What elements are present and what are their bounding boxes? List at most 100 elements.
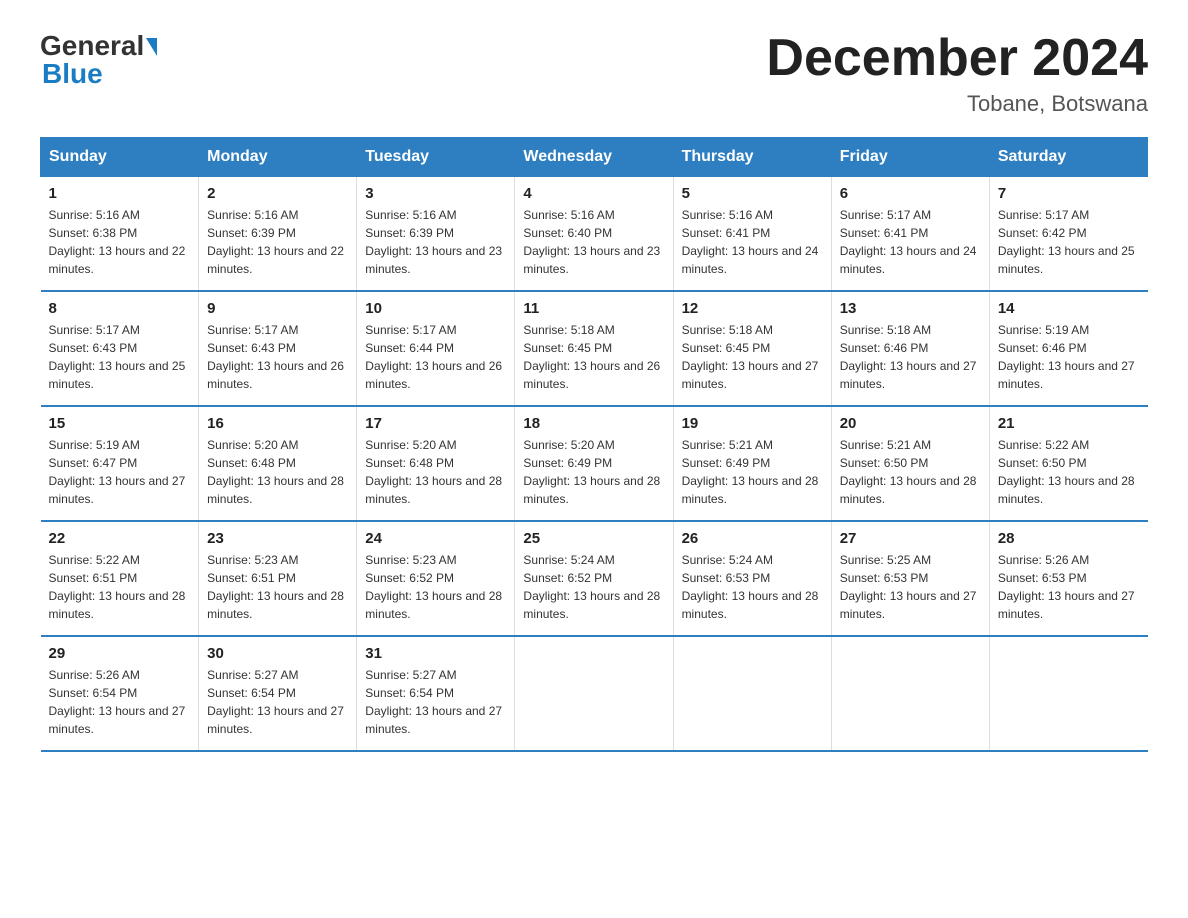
- calendar-week-row: 22 Sunrise: 5:22 AMSunset: 6:51 PMDaylig…: [41, 521, 1148, 636]
- day-info: Sunrise: 5:21 AMSunset: 6:49 PMDaylight:…: [682, 436, 823, 508]
- calendar-week-row: 8 Sunrise: 5:17 AMSunset: 6:43 PMDayligh…: [41, 291, 1148, 406]
- calendar-cell: [831, 636, 989, 751]
- day-info: Sunrise: 5:20 AMSunset: 6:48 PMDaylight:…: [207, 436, 348, 508]
- day-number: 20: [840, 415, 981, 432]
- calendar-cell: [515, 636, 673, 751]
- calendar-table: SundayMondayTuesdayWednesdayThursdayFrid…: [40, 137, 1148, 752]
- calendar-cell: 7 Sunrise: 5:17 AMSunset: 6:42 PMDayligh…: [989, 177, 1147, 292]
- day-info: Sunrise: 5:27 AMSunset: 6:54 PMDaylight:…: [207, 666, 348, 738]
- day-info: Sunrise: 5:25 AMSunset: 6:53 PMDaylight:…: [840, 551, 981, 623]
- day-number: 11: [523, 300, 664, 317]
- day-number: 25: [523, 530, 664, 547]
- calendar-cell: 3 Sunrise: 5:16 AMSunset: 6:39 PMDayligh…: [357, 177, 515, 292]
- day-number: 23: [207, 530, 348, 547]
- day-info: Sunrise: 5:19 AMSunset: 6:47 PMDaylight:…: [49, 436, 191, 508]
- day-info: Sunrise: 5:16 AMSunset: 6:40 PMDaylight:…: [523, 206, 664, 278]
- day-info: Sunrise: 5:23 AMSunset: 6:51 PMDaylight:…: [207, 551, 348, 623]
- calendar-cell: 2 Sunrise: 5:16 AMSunset: 6:39 PMDayligh…: [199, 177, 357, 292]
- calendar-cell: 31 Sunrise: 5:27 AMSunset: 6:54 PMDaylig…: [357, 636, 515, 751]
- day-info: Sunrise: 5:16 AMSunset: 6:38 PMDaylight:…: [49, 206, 191, 278]
- day-info: Sunrise: 5:18 AMSunset: 6:46 PMDaylight:…: [840, 321, 981, 393]
- day-number: 22: [49, 530, 191, 547]
- calendar-cell: [989, 636, 1147, 751]
- day-number: 31: [365, 645, 506, 662]
- day-info: Sunrise: 5:26 AMSunset: 6:53 PMDaylight:…: [998, 551, 1140, 623]
- day-number: 24: [365, 530, 506, 547]
- calendar-cell: 21 Sunrise: 5:22 AMSunset: 6:50 PMDaylig…: [989, 406, 1147, 521]
- day-info: Sunrise: 5:21 AMSunset: 6:50 PMDaylight:…: [840, 436, 981, 508]
- weekday-header-sunday: Sunday: [41, 138, 199, 177]
- day-number: 1: [49, 185, 191, 202]
- day-info: Sunrise: 5:22 AMSunset: 6:50 PMDaylight:…: [998, 436, 1140, 508]
- day-number: 2: [207, 185, 348, 202]
- calendar-cell: 16 Sunrise: 5:20 AMSunset: 6:48 PMDaylig…: [199, 406, 357, 521]
- day-info: Sunrise: 5:16 AMSunset: 6:39 PMDaylight:…: [365, 206, 506, 278]
- day-info: Sunrise: 5:16 AMSunset: 6:39 PMDaylight:…: [207, 206, 348, 278]
- day-info: Sunrise: 5:16 AMSunset: 6:41 PMDaylight:…: [682, 206, 823, 278]
- calendar-week-row: 1 Sunrise: 5:16 AMSunset: 6:38 PMDayligh…: [41, 177, 1148, 292]
- weekday-header-tuesday: Tuesday: [357, 138, 515, 177]
- day-number: 21: [998, 415, 1140, 432]
- weekday-header-wednesday: Wednesday: [515, 138, 673, 177]
- page-header: General Blue December 2024 Tobane, Botsw…: [40, 30, 1148, 117]
- calendar-week-row: 15 Sunrise: 5:19 AMSunset: 6:47 PMDaylig…: [41, 406, 1148, 521]
- day-number: 13: [840, 300, 981, 317]
- day-number: 9: [207, 300, 348, 317]
- day-info: Sunrise: 5:17 AMSunset: 6:42 PMDaylight:…: [998, 206, 1140, 278]
- calendar-cell: 30 Sunrise: 5:27 AMSunset: 6:54 PMDaylig…: [199, 636, 357, 751]
- day-info: Sunrise: 5:26 AMSunset: 6:54 PMDaylight:…: [49, 666, 191, 738]
- calendar-cell: 18 Sunrise: 5:20 AMSunset: 6:49 PMDaylig…: [515, 406, 673, 521]
- calendar-cell: 22 Sunrise: 5:22 AMSunset: 6:51 PMDaylig…: [41, 521, 199, 636]
- day-info: Sunrise: 5:24 AMSunset: 6:52 PMDaylight:…: [523, 551, 664, 623]
- calendar-cell: 28 Sunrise: 5:26 AMSunset: 6:53 PMDaylig…: [989, 521, 1147, 636]
- calendar-cell: 4 Sunrise: 5:16 AMSunset: 6:40 PMDayligh…: [515, 177, 673, 292]
- calendar-cell: 29 Sunrise: 5:26 AMSunset: 6:54 PMDaylig…: [41, 636, 199, 751]
- day-number: 12: [682, 300, 823, 317]
- day-number: 29: [49, 645, 191, 662]
- calendar-cell: 23 Sunrise: 5:23 AMSunset: 6:51 PMDaylig…: [199, 521, 357, 636]
- day-number: 4: [523, 185, 664, 202]
- day-info: Sunrise: 5:18 AMSunset: 6:45 PMDaylight:…: [523, 321, 664, 393]
- calendar-header: SundayMondayTuesdayWednesdayThursdayFrid…: [41, 138, 1148, 177]
- calendar-cell: 26 Sunrise: 5:24 AMSunset: 6:53 PMDaylig…: [673, 521, 831, 636]
- calendar-cell: 11 Sunrise: 5:18 AMSunset: 6:45 PMDaylig…: [515, 291, 673, 406]
- day-number: 28: [998, 530, 1140, 547]
- calendar-cell: 9 Sunrise: 5:17 AMSunset: 6:43 PMDayligh…: [199, 291, 357, 406]
- title-block: December 2024 Tobane, Botswana: [766, 30, 1148, 117]
- logo-blue-text: Blue: [42, 58, 103, 90]
- calendar-cell: 6 Sunrise: 5:17 AMSunset: 6:41 PMDayligh…: [831, 177, 989, 292]
- calendar-body: 1 Sunrise: 5:16 AMSunset: 6:38 PMDayligh…: [41, 177, 1148, 752]
- calendar-cell: 25 Sunrise: 5:24 AMSunset: 6:52 PMDaylig…: [515, 521, 673, 636]
- calendar-cell: 5 Sunrise: 5:16 AMSunset: 6:41 PMDayligh…: [673, 177, 831, 292]
- day-number: 17: [365, 415, 506, 432]
- day-number: 14: [998, 300, 1140, 317]
- day-number: 7: [998, 185, 1140, 202]
- calendar-cell: 20 Sunrise: 5:21 AMSunset: 6:50 PMDaylig…: [831, 406, 989, 521]
- calendar-cell: 14 Sunrise: 5:19 AMSunset: 6:46 PMDaylig…: [989, 291, 1147, 406]
- calendar-cell: 17 Sunrise: 5:20 AMSunset: 6:48 PMDaylig…: [357, 406, 515, 521]
- day-number: 26: [682, 530, 823, 547]
- day-number: 15: [49, 415, 191, 432]
- calendar-cell: 10 Sunrise: 5:17 AMSunset: 6:44 PMDaylig…: [357, 291, 515, 406]
- day-info: Sunrise: 5:18 AMSunset: 6:45 PMDaylight:…: [682, 321, 823, 393]
- day-info: Sunrise: 5:20 AMSunset: 6:49 PMDaylight:…: [523, 436, 664, 508]
- day-info: Sunrise: 5:20 AMSunset: 6:48 PMDaylight:…: [365, 436, 506, 508]
- calendar-subtitle: Tobane, Botswana: [766, 91, 1148, 117]
- day-info: Sunrise: 5:24 AMSunset: 6:53 PMDaylight:…: [682, 551, 823, 623]
- day-number: 5: [682, 185, 823, 202]
- calendar-week-row: 29 Sunrise: 5:26 AMSunset: 6:54 PMDaylig…: [41, 636, 1148, 751]
- day-number: 30: [207, 645, 348, 662]
- calendar-cell: [673, 636, 831, 751]
- calendar-cell: 24 Sunrise: 5:23 AMSunset: 6:52 PMDaylig…: [357, 521, 515, 636]
- calendar-cell: 12 Sunrise: 5:18 AMSunset: 6:45 PMDaylig…: [673, 291, 831, 406]
- calendar-cell: 27 Sunrise: 5:25 AMSunset: 6:53 PMDaylig…: [831, 521, 989, 636]
- weekday-header-saturday: Saturday: [989, 138, 1147, 177]
- calendar-cell: 8 Sunrise: 5:17 AMSunset: 6:43 PMDayligh…: [41, 291, 199, 406]
- calendar-cell: 13 Sunrise: 5:18 AMSunset: 6:46 PMDaylig…: [831, 291, 989, 406]
- day-number: 18: [523, 415, 664, 432]
- day-info: Sunrise: 5:23 AMSunset: 6:52 PMDaylight:…: [365, 551, 506, 623]
- weekday-header-friday: Friday: [831, 138, 989, 177]
- day-info: Sunrise: 5:17 AMSunset: 6:41 PMDaylight:…: [840, 206, 981, 278]
- logo: General Blue: [40, 30, 157, 90]
- day-info: Sunrise: 5:17 AMSunset: 6:43 PMDaylight:…: [207, 321, 348, 393]
